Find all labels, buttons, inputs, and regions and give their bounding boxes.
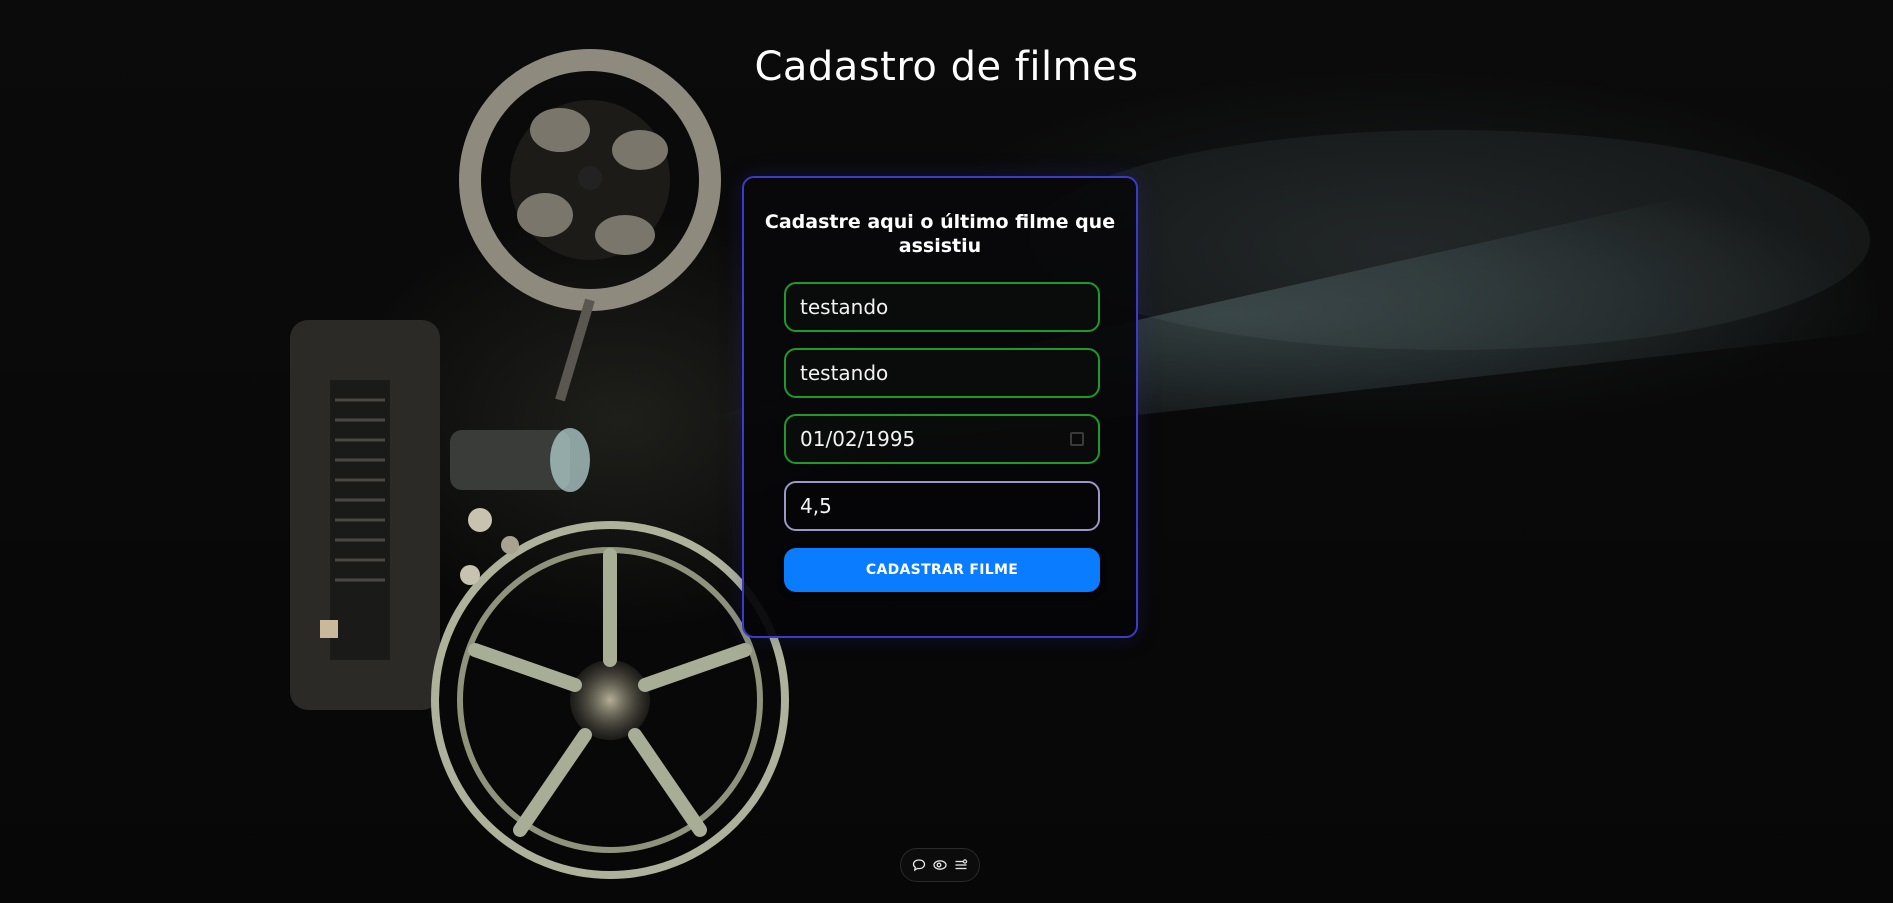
movie-title-field [784, 282, 1100, 332]
movie-registration-form: Cadastre aqui o último filme que assisti… [742, 176, 1138, 638]
movie-title-input[interactable] [800, 295, 1084, 319]
comment-icon[interactable] [910, 856, 928, 874]
list-settings-icon[interactable] [952, 856, 970, 874]
rating-field [784, 481, 1100, 531]
register-movie-button[interactable]: CADASTRAR FILME [784, 548, 1100, 592]
watch-date-input[interactable] [800, 427, 1064, 451]
rating-input[interactable] [800, 494, 1084, 518]
floating-toolbar [900, 848, 980, 882]
movie-genre-field [784, 348, 1100, 398]
page-title: Cadastro de filmes [754, 44, 1139, 90]
page: Cadastro de filmes Cadastre aqui o últim… [0, 0, 1893, 903]
watch-date-field [784, 414, 1100, 464]
eye-icon[interactable] [931, 856, 949, 874]
movie-genre-input[interactable] [800, 361, 1084, 385]
calendar-icon[interactable] [1070, 432, 1084, 446]
form-heading: Cadastre aqui o último filme que assisti… [764, 211, 1116, 257]
